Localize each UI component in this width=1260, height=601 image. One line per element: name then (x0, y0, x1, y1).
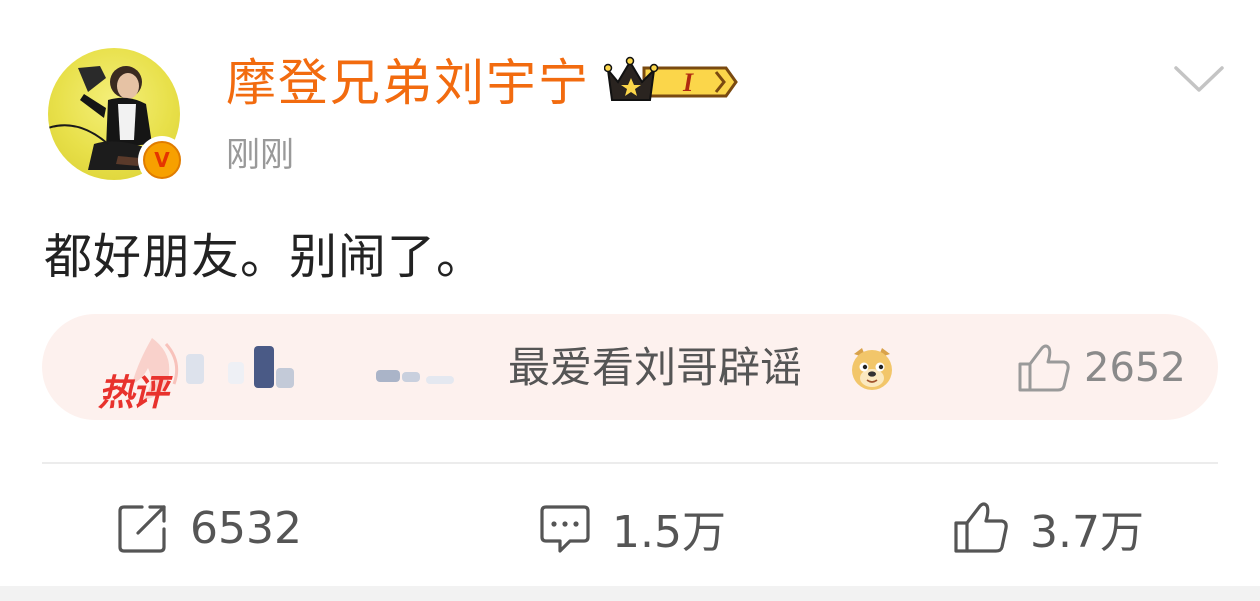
comment-count: 1.5万 (612, 507, 726, 558)
hot-comment-like-count: 2652 (1084, 345, 1186, 391)
repost-button[interactable]: 6532 (116, 496, 302, 560)
doge-emoji-icon (852, 348, 892, 390)
hot-comment-like-button[interactable]: 2652 (1016, 336, 1186, 400)
thumbs-up-icon (954, 502, 1008, 553)
thumbs-up-icon (1018, 344, 1070, 392)
vip-crown-badge[interactable]: I (603, 54, 740, 110)
post-timestamp: 刚刚 (226, 135, 294, 175)
weibo-post-card: V 摩登兄弟刘宇宁 I 刚刚 都好朋友。别闹了。 热评 最爱看刘哥辟谣 2652… (0, 0, 1260, 601)
vip-level-text: I (682, 68, 694, 97)
like-button[interactable]: 3.7万 (952, 496, 1144, 560)
verified-badge: V (138, 136, 186, 184)
hot-comment[interactable]: 热评 最爱看刘哥辟谣 2652 (42, 314, 1218, 420)
hot-comment-label: 热评 (98, 373, 168, 414)
hot-comment-text: 最爱看刘哥辟谣 (508, 343, 803, 392)
comment-button[interactable]: 1.5万 (538, 496, 726, 560)
like-count: 3.7万 (1030, 507, 1144, 558)
divider (42, 462, 1218, 464)
comment-icon (540, 505, 590, 553)
repost-count: 6532 (190, 502, 302, 554)
verified-v-icon: V (143, 141, 181, 179)
username[interactable]: 摩登兄弟刘宇宁 (226, 48, 590, 118)
post-text: 都好朋友。别闹了。 (44, 229, 486, 285)
repost-icon (118, 505, 166, 553)
chevron-down-icon[interactable] (1172, 62, 1226, 98)
hot-comment-logo: 热评 (68, 334, 198, 414)
bottom-separator (0, 586, 1260, 601)
